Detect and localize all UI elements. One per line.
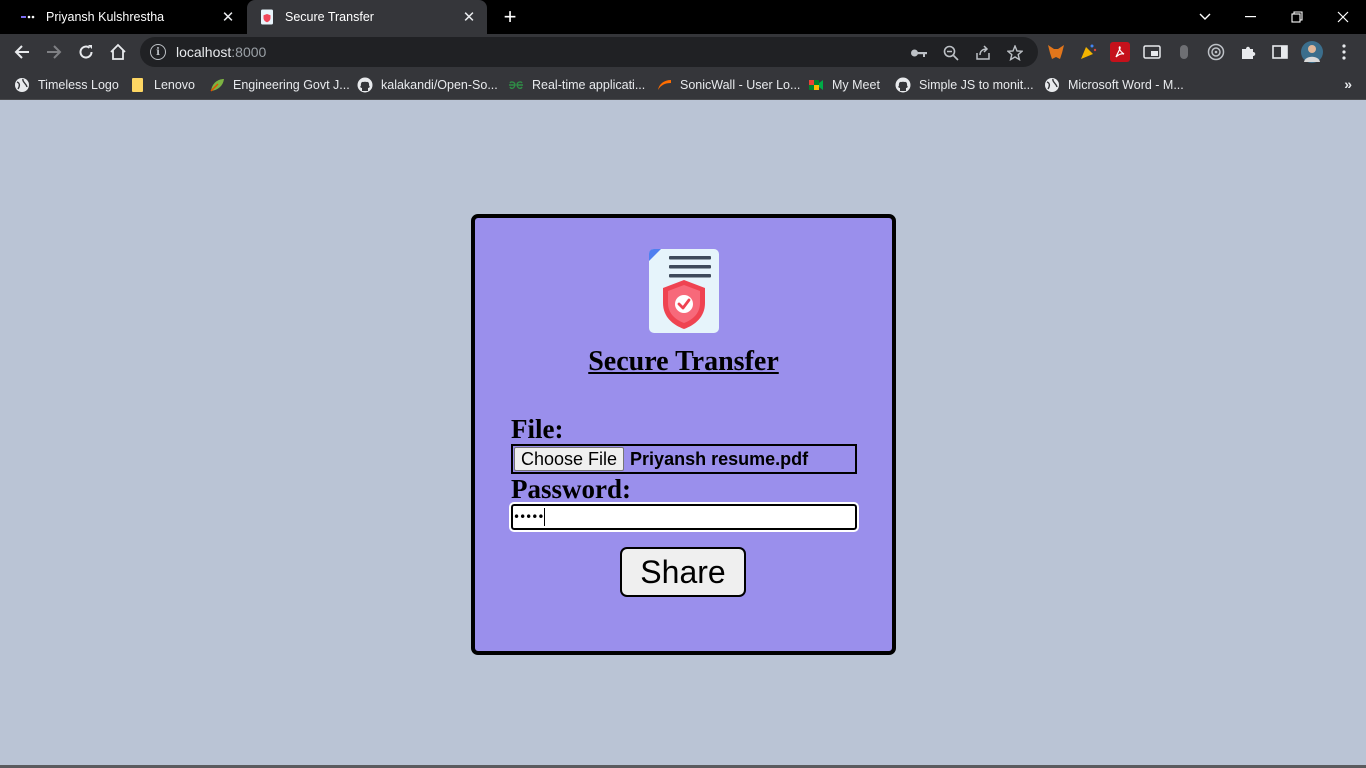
tab-priyansh-kulshrestha[interactable]: Priyansh Kulshrestha ✕ bbox=[8, 0, 246, 34]
tab-secure-transfer[interactable]: Secure Transfer ✕ bbox=[247, 0, 487, 34]
side-panel-icon[interactable] bbox=[1270, 42, 1290, 62]
tab-strip: Priyansh Kulshrestha ✕ Secure Transfer ✕… bbox=[0, 0, 1366, 34]
site-favicon-icon bbox=[20, 9, 36, 25]
gfg-icon bbox=[508, 77, 524, 93]
bookmark-lenovo[interactable]: Lenovo bbox=[130, 76, 195, 94]
bookmark-label: Microsoft Word - M... bbox=[1068, 78, 1184, 92]
minimize-icon[interactable] bbox=[1228, 0, 1274, 34]
bookmarks-bar: Timeless Logo Lenovo Engineering Govt J.… bbox=[0, 70, 1366, 100]
url-host: localhost bbox=[176, 44, 232, 60]
bookmark-label: SonicWall - User Lo... bbox=[680, 78, 801, 92]
site-info-icon[interactable]: i bbox=[150, 44, 166, 60]
bookmark-label: Lenovo bbox=[154, 78, 196, 92]
folder-icon bbox=[130, 77, 146, 93]
page-title: Secure Transfer bbox=[588, 346, 779, 377]
share-button[interactable]: Share bbox=[620, 547, 746, 597]
mouse-extension-icon[interactable] bbox=[1174, 42, 1194, 62]
extensions-puzzle-icon[interactable] bbox=[1238, 42, 1258, 62]
password-mask: ••••• bbox=[513, 510, 544, 524]
bookmark-real-time-applications[interactable]: Real-time applicati... bbox=[508, 76, 645, 94]
browser-menu-icon[interactable] bbox=[1334, 42, 1354, 62]
bookmark-label: Timeless Logo bbox=[38, 78, 119, 92]
reload-icon[interactable] bbox=[72, 38, 100, 66]
secure-document-shield-icon bbox=[647, 247, 721, 335]
url-port: :8000 bbox=[231, 44, 267, 60]
bookmark-engineering-govt[interactable]: Engineering Govt J... bbox=[209, 76, 350, 94]
bookmark-timeless-logo[interactable]: Timeless Logo bbox=[14, 76, 119, 94]
bookmark-label: My Meet bbox=[832, 78, 880, 92]
bookmark-microsoft-word[interactable]: Microsoft Word - M... bbox=[1044, 76, 1184, 94]
share-page-icon[interactable] bbox=[974, 44, 992, 62]
bookmark-sonicwall[interactable]: SonicWall - User Lo... bbox=[656, 76, 800, 94]
profile-avatar[interactable] bbox=[1301, 41, 1323, 63]
party-extension-icon[interactable] bbox=[1078, 42, 1098, 62]
tab-title: Secure Transfer bbox=[285, 10, 374, 24]
secure-transfer-favicon-icon bbox=[259, 9, 275, 25]
back-arrow-icon[interactable] bbox=[8, 38, 36, 66]
meet-icon bbox=[808, 77, 824, 93]
leaf-icon bbox=[209, 77, 225, 93]
password-field[interactable]: ••••• bbox=[509, 502, 859, 532]
address-bar[interactable]: i localhost:8000 bbox=[140, 37, 1038, 67]
github-icon bbox=[357, 77, 373, 93]
browser-toolbar: i localhost:8000 bbox=[0, 34, 1366, 70]
close-tab-icon[interactable]: ✕ bbox=[459, 7, 479, 27]
target-extension-icon[interactable] bbox=[1206, 42, 1226, 62]
file-label: File: bbox=[511, 414, 564, 444]
github-icon bbox=[895, 77, 911, 93]
home-icon[interactable] bbox=[104, 38, 132, 66]
adobe-acrobat-extension-icon[interactable] bbox=[1110, 42, 1130, 62]
bookmark-simple-js[interactable]: Simple JS to monit... bbox=[895, 76, 1034, 94]
secure-transfer-card: Secure Transfer File: Choose File Priyan… bbox=[471, 214, 896, 655]
tab-search-chevron-icon[interactable] bbox=[1182, 0, 1228, 34]
selected-file-name: Priyansh resume.pdf bbox=[630, 448, 809, 469]
close-window-icon[interactable] bbox=[1320, 0, 1366, 34]
new-tab-button[interactable]: + bbox=[498, 4, 522, 29]
bookmark-kalakandi[interactable]: kalakandi/Open-So... bbox=[357, 76, 498, 94]
picture-in-picture-extension-icon[interactable] bbox=[1142, 42, 1162, 62]
key-icon[interactable] bbox=[910, 44, 928, 62]
bookmark-label: kalakandi/Open-So... bbox=[381, 78, 498, 92]
more-bookmarks-chevron-icon[interactable]: » bbox=[1344, 76, 1352, 92]
choose-file-button[interactable]: Choose File bbox=[514, 447, 625, 471]
zoom-icon[interactable] bbox=[942, 44, 960, 62]
bookmark-my-meet[interactable]: My Meet bbox=[808, 76, 880, 94]
bookmark-label: Simple JS to monit... bbox=[919, 78, 1034, 92]
metamask-extension-icon[interactable] bbox=[1046, 42, 1066, 62]
bookmark-star-icon[interactable] bbox=[1006, 44, 1024, 62]
file-input[interactable]: Choose File Priyansh resume.pdf bbox=[511, 444, 857, 474]
globe-icon bbox=[14, 77, 30, 93]
bookmark-label: Real-time applicati... bbox=[532, 78, 646, 92]
forward-arrow-icon[interactable] bbox=[40, 38, 68, 66]
password-label: Password: bbox=[511, 474, 631, 504]
globe-icon bbox=[1044, 77, 1060, 93]
tab-title: Priyansh Kulshrestha bbox=[46, 10, 165, 24]
sonicwall-icon bbox=[656, 77, 672, 93]
restore-icon[interactable] bbox=[1274, 0, 1320, 34]
close-tab-icon[interactable]: ✕ bbox=[218, 7, 238, 27]
text-caret bbox=[544, 508, 546, 526]
bookmark-label: Engineering Govt J... bbox=[233, 78, 350, 92]
